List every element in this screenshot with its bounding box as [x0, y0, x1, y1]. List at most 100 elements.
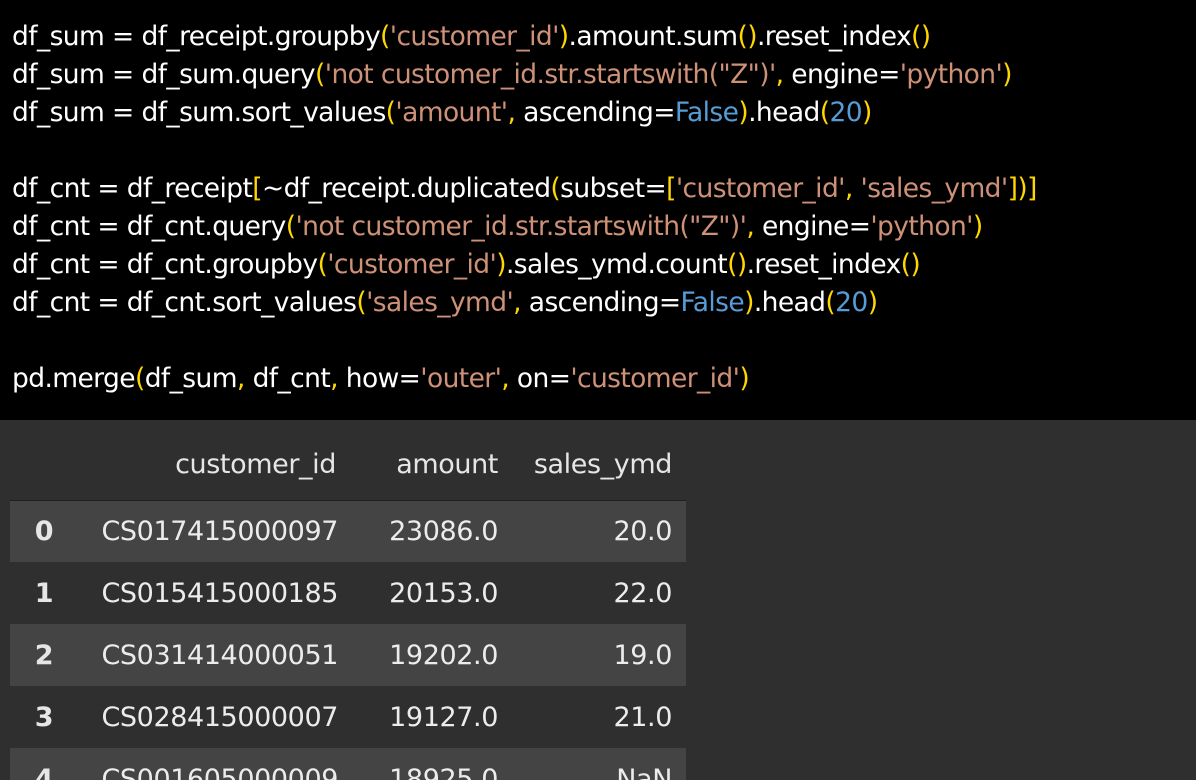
cell-amount: 20153.0 [389, 577, 498, 609]
row-index: 1 [34, 577, 54, 609]
code-token: , [501, 363, 510, 394]
code-token: 20 [829, 97, 862, 128]
code-token: ) [739, 363, 750, 394]
code-token: df_sum = df_receipt.groupby [12, 21, 381, 52]
header-customer-id: customer_id [175, 449, 336, 481]
code-token: ascending= [520, 287, 681, 318]
code-line: df_sum = df_sum.sort_values('amount', as… [12, 94, 1196, 132]
code-line: df_cnt = df_receipt[~df_receipt.duplicat… [12, 170, 1196, 208]
code-token: 'customer_id' [570, 363, 740, 394]
code-token: False [674, 97, 739, 128]
code-token: () [911, 21, 931, 52]
code-token: 'outer' [420, 363, 502, 394]
header-index [10, 420, 78, 500]
code-token: 'sales_ymd' [860, 173, 1009, 204]
code-token: ( [134, 363, 145, 394]
code-token: df_sum = df_sum.sort_values [12, 97, 386, 128]
cell-output: customer_id amount sales_ymd 0 CS0174150… [0, 420, 1196, 780]
code-token: df_cnt = df_cnt.sort_values [12, 287, 357, 318]
code-token: ) [496, 249, 506, 280]
code-token: ) [861, 97, 872, 128]
code-token: ( [385, 97, 396, 128]
code-token: , [844, 173, 853, 204]
table-row: 2 CS031414000051 19202.0 19.0 [10, 624, 686, 686]
code-token: False [680, 287, 745, 318]
code-token: , [746, 211, 755, 242]
code-token: pd.merge [12, 363, 136, 394]
cell-customer-id: CS031414000051 [101, 639, 338, 671]
code-token: engine= [783, 59, 900, 90]
code-token: ])] [1007, 173, 1038, 204]
code-token: 20 [835, 287, 868, 318]
code-lines: df_sum = df_receipt.groupby('customer_id… [12, 18, 1196, 398]
code-token: 'python' [870, 211, 973, 242]
code-token: ) [1002, 59, 1012, 90]
code-token: df_cnt = df_cnt.groupby [12, 249, 318, 280]
code-cell-editor[interactable]: df_sum = df_receipt.groupby('customer_id… [0, 0, 1196, 420]
code-token: ) [738, 97, 749, 128]
table-row: 3 CS028415000007 19127.0 21.0 [10, 686, 686, 748]
code-token: df_cnt = df_receipt [12, 173, 253, 204]
cell-customer-id: CS015415000185 [101, 577, 338, 609]
code-token: engine= [754, 211, 871, 242]
table-row: 1 CS015415000185 20153.0 22.0 [10, 562, 686, 624]
code-token: .reset_index [756, 21, 912, 52]
code-token: .amount.sum [568, 21, 739, 52]
code-line: df_cnt = df_cnt.groupby('customer_id').s… [12, 246, 1196, 284]
table-row: 4 CS001605000009 18925.0 NaN [10, 748, 686, 780]
row-index: 4 [34, 763, 54, 780]
code-token: df_sum [144, 363, 238, 394]
cell-sales-ymd: 20.0 [613, 515, 672, 547]
code-token: 'amount' [395, 97, 508, 128]
code-token: .sales_ymd.count [505, 249, 728, 280]
code-token: 'customer_id' [327, 249, 497, 280]
cell-customer-id: CS001605000009 [101, 763, 338, 780]
code-line: df_cnt = df_cnt.sort_values('sales_ymd',… [12, 284, 1196, 322]
code-token: ) [972, 211, 983, 242]
code-token: .reset_index [746, 249, 902, 280]
code-token: 'customer_id' [389, 21, 560, 52]
code-token: ascending= [515, 97, 675, 128]
code-token: .head [753, 287, 826, 318]
code-token: on= [509, 363, 571, 394]
table-row: 0 CS017415000097 23086.0 20.0 [10, 500, 686, 562]
code-token: , [513, 287, 521, 318]
cell-sales-ymd: 19.0 [613, 639, 672, 671]
code-token: ) [744, 287, 754, 318]
cell-sales-ymd: 22.0 [613, 577, 672, 609]
code-token: ( [380, 21, 390, 52]
code-token: [ [666, 173, 676, 204]
code-token: ~df_receipt.duplicated [262, 173, 551, 204]
code-token: df_cnt [244, 363, 331, 394]
code-token: 'sales_ymd' [366, 287, 514, 318]
code-token: () [900, 249, 921, 280]
header-sales-ymd: sales_ymd [533, 449, 673, 481]
cell-sales-ymd: 21.0 [613, 701, 672, 733]
cell-amount: 19202.0 [389, 639, 498, 671]
notebook-view: df_sum = df_receipt.groupby('customer_id… [0, 0, 1196, 780]
cell-amount: 19127.0 [389, 701, 498, 733]
code-token: () [737, 21, 757, 52]
code-token: , [330, 363, 338, 394]
code-line: df_cnt = df_cnt.query('not customer_id.s… [12, 208, 1196, 246]
code-token: ) [558, 21, 569, 52]
code-token: 'not customer_id.str.startswith("Z")' [295, 211, 747, 242]
code-token: .head [748, 97, 820, 128]
cell-amount: 23086.0 [389, 515, 498, 547]
code-token: subset= [560, 173, 667, 204]
cell-sales-ymd: NaN [616, 763, 672, 780]
code-token: ( [819, 97, 830, 128]
code-token: , [236, 363, 245, 394]
code-token: df_cnt = df_cnt.query [12, 211, 286, 242]
code-line: pd.merge(df_sum, df_cnt, how='outer', on… [12, 360, 1196, 398]
code-token: 'python' [899, 59, 1003, 90]
code-token: ( [315, 59, 325, 90]
row-index: 3 [34, 701, 54, 733]
code-token: ( [550, 173, 561, 204]
code-token: 'customer_id' [675, 173, 846, 204]
code-token: [ [252, 173, 263, 204]
cell-amount: 18925.0 [389, 763, 498, 780]
